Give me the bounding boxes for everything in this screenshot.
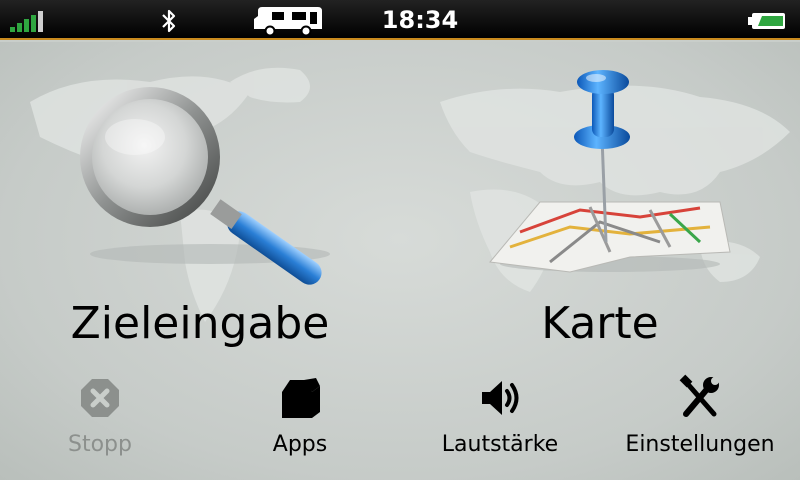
volume-button[interactable]: Lautstärke [400,366,600,476]
tile-where-to-label: Zieleingabe [70,298,330,349]
main-menu: Zieleingabe Karte Stopp Apps Lautstärke … [0,42,800,480]
apps-box-icon [282,378,320,418]
settings-tools-icon [679,374,719,417]
magnifier-icon [80,87,330,285]
tile-map[interactable]: Karte [400,42,800,360]
clock: 18:34 [381,6,459,34]
volume-icon [482,381,519,415]
stop-button-label: Stopp [68,432,132,457]
stop-icon [81,379,119,417]
camper-icon[interactable] [252,5,326,37]
volume-button-label: Lautstärke [441,432,559,457]
stop-button[interactable]: Stopp [0,366,200,476]
signal-icon [10,10,50,32]
status-bar: 18:34 [0,0,800,40]
battery-icon [748,13,785,29]
apps-button[interactable]: Apps [200,366,400,476]
apps-button-label: Apps [272,432,328,457]
tile-where-to[interactable]: Zieleingabe [0,42,400,360]
settings-button-label: Einstellungen [625,432,775,457]
bluetooth-icon [162,9,176,33]
bottom-bar: Stopp Apps Lautstärke Einstellungen [0,360,800,480]
map-pin-icon [489,70,731,273]
tile-map-label: Karte [541,298,659,349]
settings-button[interactable]: Einstellungen [600,366,800,476]
